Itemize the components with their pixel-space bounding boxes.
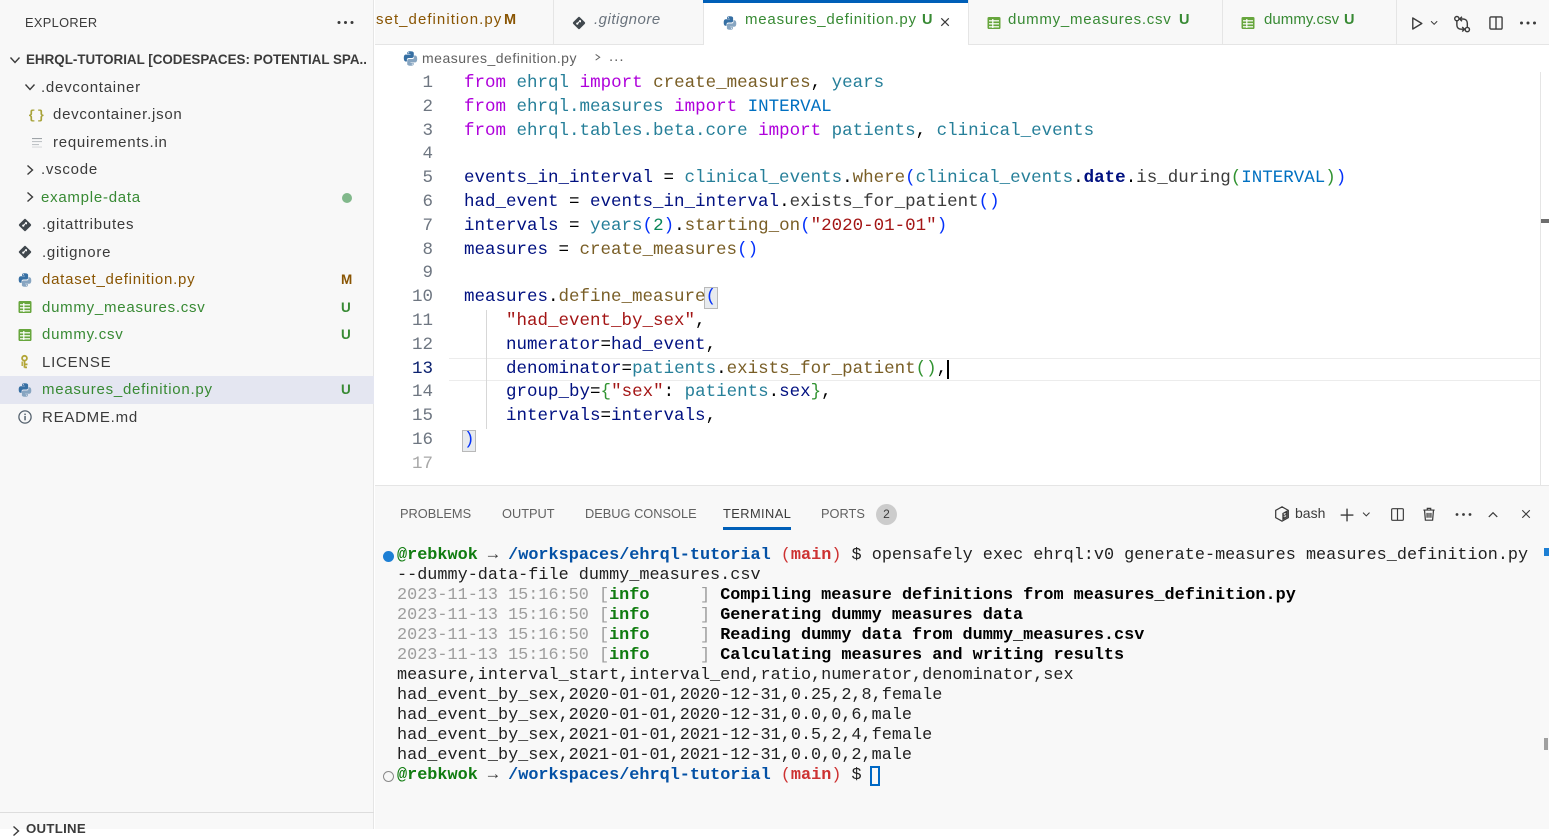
svg-text:{}: {} [29, 108, 45, 123]
svg-text:$: $ [1284, 513, 1287, 519]
